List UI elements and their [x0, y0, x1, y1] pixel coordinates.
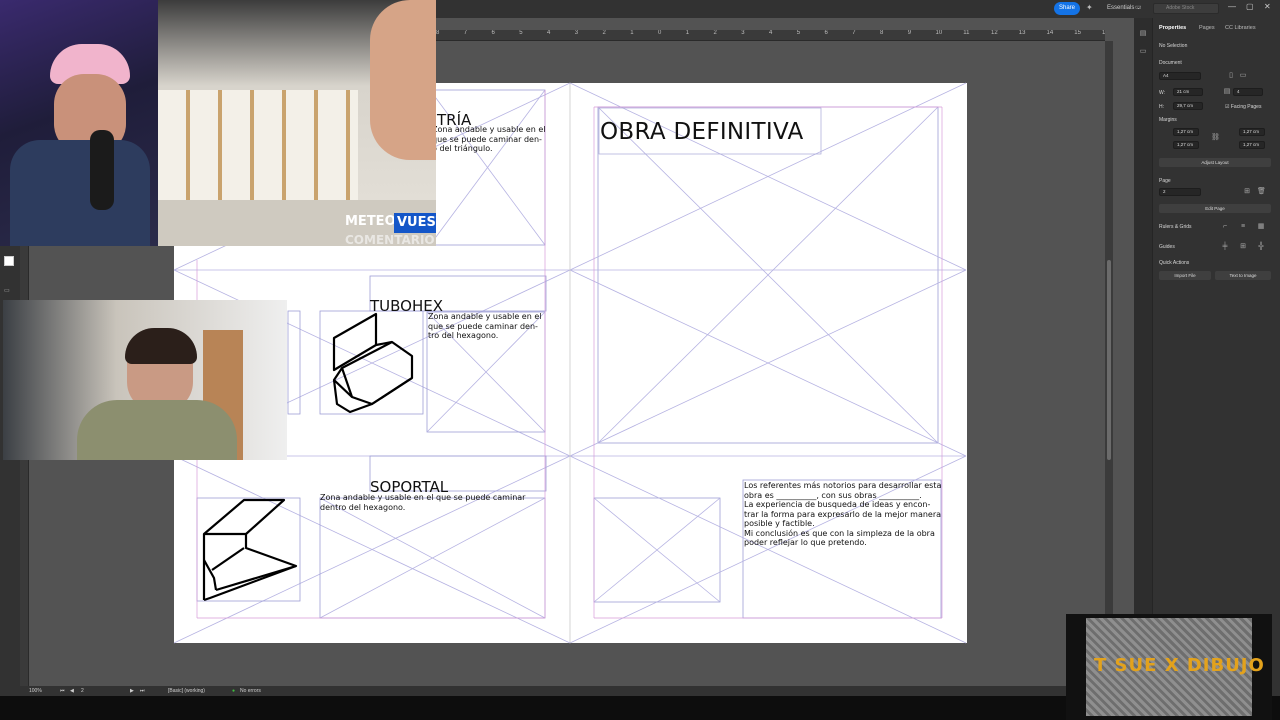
- properties-panel: Properties Pages CC Libraries No Selecti…: [1152, 18, 1280, 686]
- text-line: La experiencia de busqueda de ideas y en…: [744, 500, 931, 509]
- margin-left-field[interactable]: 1,27 cm: [1239, 128, 1265, 136]
- film-strip-text: T SUE X DIBUJO: [1094, 655, 1265, 676]
- import-file-button[interactable]: Import File: [1159, 271, 1211, 280]
- news-logo: METEO: [345, 214, 396, 229]
- text-line: o del triángulo.: [432, 144, 493, 153]
- preflight-status[interactable]: No errors: [240, 688, 261, 694]
- microphone: [90, 130, 114, 210]
- link-margins-icon[interactable]: ⛓: [1211, 134, 1220, 142]
- text-to-image-button[interactable]: Text to Image: [1215, 271, 1271, 280]
- presenter-face: [370, 0, 436, 160]
- adjust-layout-button[interactable]: Adjust Layout: [1159, 158, 1271, 167]
- text-line: dentro del hexagono.: [320, 502, 406, 512]
- margin-right-field[interactable]: 1,27 cm: [1239, 141, 1265, 149]
- facing-pages-checkbox[interactable]: ☑ Facing Pages: [1225, 104, 1261, 110]
- text-line: Zona andable y usable en el: [428, 312, 542, 321]
- guides-label: Guides: [1159, 244, 1175, 250]
- tubohex-drawing[interactable]: [332, 312, 414, 414]
- text-line: Zona andable y usable en el: [432, 125, 546, 134]
- section-body-tria[interactable]: Zona andable y usable en el que se puede…: [432, 125, 545, 154]
- rulers-grids-label: Rulers & Grids: [1159, 224, 1192, 230]
- margin-bottom-field[interactable]: 1,27 cm: [1173, 141, 1199, 149]
- text-line: que se puede caminar den-: [432, 134, 542, 144]
- text-line: posible y factible.: [744, 519, 815, 528]
- page-select[interactable]: 2: [1159, 188, 1201, 196]
- tab-properties[interactable]: Properties: [1159, 25, 1186, 31]
- panel-tabs: Properties Pages CC Libraries: [1153, 25, 1280, 39]
- video-overlay: [158, 0, 436, 246]
- pages-count-field[interactable]: 4: [1233, 88, 1263, 96]
- student-sweater: [77, 400, 237, 460]
- guides-show-icon[interactable]: ╪: [1221, 243, 1229, 251]
- document-section-label: Document: [1159, 60, 1182, 66]
- quick-actions-label: Quick Actions: [1159, 260, 1190, 266]
- scrollbar-thumb[interactable]: [1107, 260, 1111, 460]
- smart-guides-icon[interactable]: ╬: [1257, 243, 1265, 251]
- text-line: poder reflejar lo que pretendo.: [744, 538, 867, 547]
- zoom-level[interactable]: 100%: [29, 688, 42, 694]
- preflight-ok-icon: ●: [232, 688, 236, 694]
- document-grid-icon[interactable]: ▦: [1257, 223, 1265, 231]
- student-webcam: [3, 300, 287, 460]
- prev-page-icon[interactable]: ◀: [70, 688, 74, 694]
- landscape-icon[interactable]: ▭: [1239, 72, 1247, 80]
- ruler-toggle-icon[interactable]: ⌐: [1221, 223, 1229, 231]
- text-line: Mi conclusión es que con la simpleza de …: [744, 528, 935, 538]
- news-subtitle: COMENTARIO: [345, 233, 435, 247]
- page-section-label: Page: [1159, 178, 1171, 184]
- last-page-icon[interactable]: ⏭: [140, 688, 145, 694]
- margins-label: Margins: [1159, 117, 1177, 123]
- add-page-icon[interactable]: ⊞: [1243, 188, 1251, 196]
- working-profile[interactable]: [Basic] (working): [168, 688, 205, 694]
- text-line: Zona andable y usable en el que se puede…: [320, 493, 526, 502]
- page-size-select[interactable]: A4: [1159, 72, 1201, 80]
- page-number-field[interactable]: 2: [81, 688, 84, 694]
- tab-pages[interactable]: Pages: [1199, 25, 1215, 31]
- obra-body-text[interactable]: Los referentes más notorios para desarro…: [744, 481, 944, 548]
- news-logo-box: VUEST: [394, 213, 436, 233]
- baseline-grid-icon[interactable]: ≡: [1239, 223, 1247, 231]
- width-field[interactable]: 21 cm: [1173, 88, 1203, 96]
- section-body-tubohex[interactable]: Zona andable y usable en el que se puede…: [428, 312, 541, 341]
- facing-pages-label: Facing Pages: [1230, 104, 1262, 110]
- soportal-drawing[interactable]: [202, 498, 298, 602]
- bookshelf: [158, 90, 358, 200]
- edit-page-button[interactable]: Edit Page: [1159, 204, 1271, 213]
- indesign-window: Share ✦ Essentials ⌄ ▭ Adobe Stock — ▢ ✕…: [0, 0, 1280, 720]
- text-line: tro del hexagono.: [428, 331, 499, 340]
- panel-icon-strip: ▤ ▭: [1134, 18, 1152, 686]
- text-line: Los referentes más notorios para desarro…: [744, 481, 942, 490]
- text-line: que se puede caminar den-: [428, 321, 538, 331]
- text-line: trar la forma para expresarlo de la mejo…: [744, 509, 942, 519]
- student-hair: [125, 328, 197, 364]
- streamer-shirt: [10, 140, 150, 246]
- pages-panel-icon[interactable]: ▭: [1139, 48, 1147, 56]
- text-line: obra es __________, con sus obras ______…: [744, 490, 922, 500]
- guides-lock-icon[interactable]: ⊞: [1239, 243, 1247, 251]
- first-page-icon[interactable]: ⏮: [60, 688, 65, 694]
- streamer-webcam: [0, 0, 158, 246]
- section-body-soportal[interactable]: Zona andable y usable en el que se puede…: [320, 493, 525, 512]
- margin-top-field[interactable]: 1,27 cm: [1173, 128, 1199, 136]
- properties-panel-icon[interactable]: ▤: [1139, 30, 1147, 38]
- delete-page-icon[interactable]: 🗑: [1257, 188, 1266, 196]
- obra-definitiva-title[interactable]: OBRA DEFINITIVA: [600, 119, 804, 145]
- selection-status: No Selection: [1159, 43, 1188, 49]
- height-field[interactable]: 29,7 cm: [1173, 102, 1203, 110]
- pages-count-icon: ▤: [1223, 88, 1231, 95]
- next-page-icon[interactable]: ▶: [130, 688, 134, 694]
- portrait-icon[interactable]: ▯: [1227, 72, 1235, 80]
- tab-cc-libraries[interactable]: CC Libraries: [1225, 25, 1256, 31]
